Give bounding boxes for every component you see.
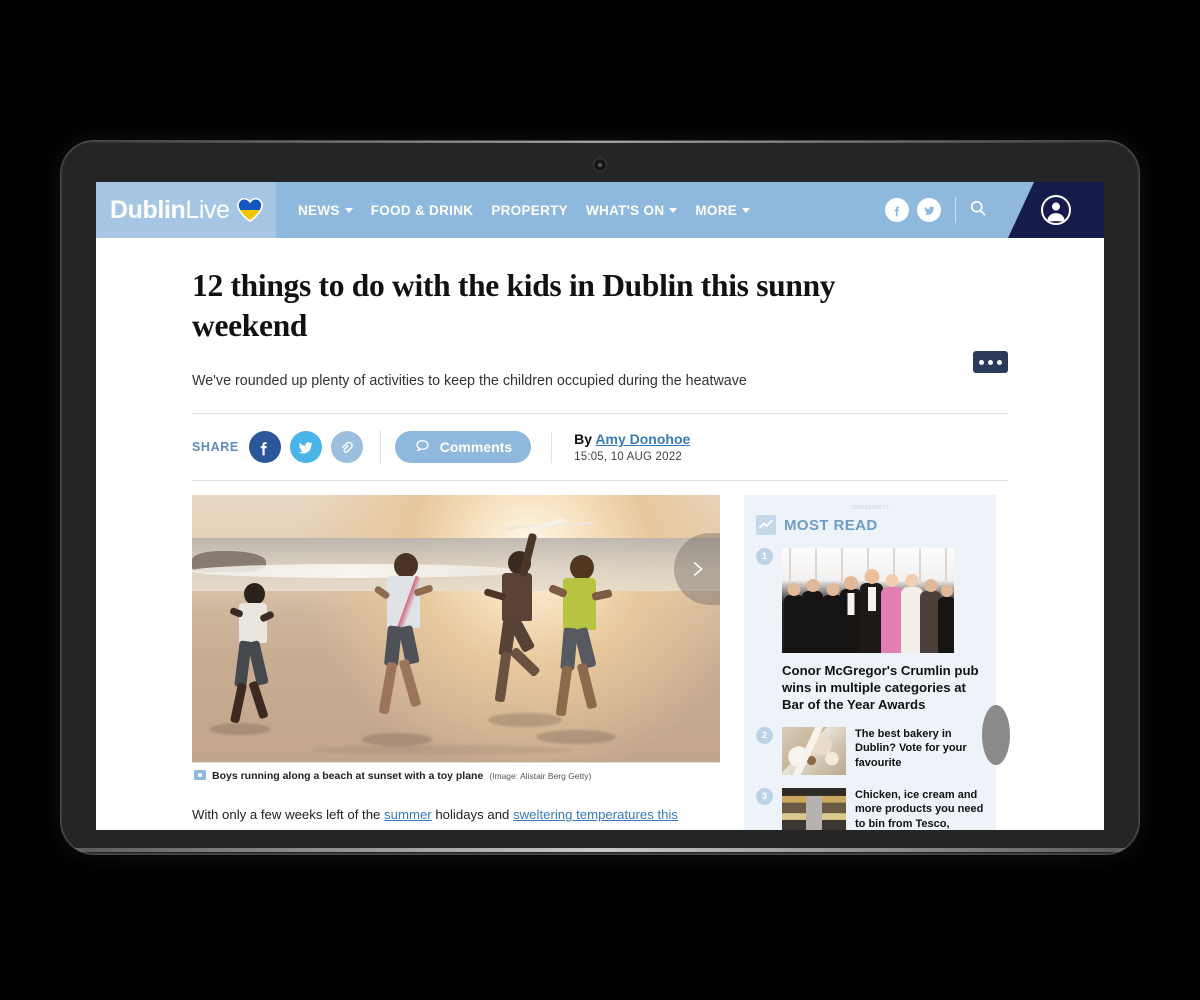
hero-caption-text: Boys running along a beach at sunset wit…	[212, 770, 484, 783]
body-segment: With only a few weeks left of the	[192, 807, 385, 823]
dot	[979, 359, 984, 365]
twitter-share-button[interactable]	[289, 431, 322, 464]
site-logo[interactable]: DublinLive	[96, 182, 276, 238]
comment-bubble-icon	[414, 437, 431, 457]
main-column: Boys running along a beach at sunset wit…	[192, 495, 720, 830]
author-link[interactable]: Amy Donohoe	[595, 431, 690, 447]
nav-item-whats-on[interactable]: WHAT'S ON	[585, 202, 678, 218]
front-camera	[594, 159, 606, 171]
rank-badge: 3	[756, 787, 773, 805]
body-segment: holidays and	[431, 807, 514, 823]
most-read-header: MOST READ	[756, 515, 984, 536]
chevron-down-icon	[344, 207, 353, 213]
nav-item-label: NEWS	[298, 202, 340, 218]
logo-bold-text: Dublin	[110, 195, 186, 224]
rank-badge: 1	[756, 548, 773, 566]
dot	[988, 359, 993, 365]
nav-item-food-and-drink[interactable]: FOOD & DRINK	[371, 203, 474, 218]
camera-icon	[194, 770, 206, 781]
facebook-share-button[interactable]	[248, 431, 281, 464]
list-item[interactable]: 2 The best bakery in Dublin? Vote for yo…	[756, 726, 984, 775]
share-and-byline-row: SHARE Comments By Amy Donohoe 15:05, 10 …	[192, 413, 1008, 482]
byline-prefix: By	[574, 431, 593, 448]
byline: By Amy Donohoe 15:05, 10 AUG 2022	[551, 431, 690, 464]
copy-link-icon[interactable]	[330, 431, 363, 464]
article-standfirst: We've rounded up plenty of activities to…	[192, 372, 747, 389]
search-icon[interactable]	[968, 198, 988, 223]
chevron-down-icon	[742, 207, 751, 213]
nav-item-label: FOOD & DRINK	[370, 202, 474, 218]
nav-item-label: WHAT'S ON	[585, 202, 665, 218]
beach-sunset-photo	[192, 495, 720, 763]
comments-button[interactable]: Comments	[394, 431, 532, 464]
nav-item-label: PROPERTY	[491, 202, 568, 218]
nav-item-news[interactable]: NEWS	[298, 203, 353, 218]
account-section[interactable]	[1008, 182, 1104, 238]
nav-item-label: MORE	[695, 202, 738, 218]
tablet-device-frame: DublinLive NEWS FOOD & DRINK PROPERTY WH…	[60, 140, 1140, 855]
hero-caption-credit: (Image: Alistair Berg Getty)	[489, 771, 592, 782]
twitter-icon[interactable]	[917, 198, 941, 222]
facebook-icon[interactable]	[885, 198, 909, 222]
most-read-sidebar: 78659505577 MOST READ 1 Conor McGregor's…	[744, 495, 1010, 830]
meta-divider	[379, 430, 381, 465]
site-navigation-bar: DublinLive NEWS FOOD & DRINK PROPERTY WH…	[96, 182, 1104, 238]
hero-caption: Boys running along a beach at sunset wit…	[192, 762, 720, 782]
thumbnail-image	[782, 726, 846, 775]
rank-badge: 2	[756, 726, 773, 744]
ad-tracking-id: 78659505577	[850, 505, 890, 512]
logo-light-text: Live	[185, 195, 230, 224]
list-item-title: The best bakery in Dublin? Vote for your…	[855, 727, 967, 769]
share-label: SHARE	[192, 440, 239, 455]
device-bottom-edge	[72, 848, 1128, 852]
article-body-paragraph: With only a few weeks left of the summer…	[192, 804, 720, 830]
list-item[interactable]: 3 Chicken, ice cream and more products y…	[756, 787, 984, 830]
comments-label: Comments	[439, 439, 513, 456]
list-item-title: Chicken, ice cream and more products you…	[855, 788, 984, 830]
nav-right-tools	[885, 182, 1104, 238]
sidebar-scroll-handle[interactable]	[982, 705, 1010, 766]
browser-viewport: DublinLive NEWS FOOD & DRINK PROPERTY WH…	[96, 182, 1104, 830]
nav-item-more[interactable]: MORE	[695, 202, 751, 218]
page-title: 12 things to do with the kids in Dublin …	[192, 268, 836, 344]
article-timestamp: 15:05, 10 AUG 2022	[574, 451, 682, 464]
user-account-icon	[1041, 195, 1071, 225]
more-options-button[interactable]	[973, 351, 1008, 373]
hero-image-figure	[192, 495, 720, 763]
dot	[997, 359, 1002, 365]
ukraine-heart-icon	[236, 197, 263, 223]
nav-item-property[interactable]: PROPERTY	[491, 203, 568, 218]
most-read-title: MOST READ	[784, 516, 878, 534]
inline-link-summer[interactable]: summer	[384, 807, 432, 822]
thumbnail-image	[782, 548, 954, 654]
chevron-down-icon	[669, 207, 678, 213]
toy-plane	[498, 515, 598, 537]
bezel-highlight	[60, 140, 1140, 143]
list-item[interactable]: 1 Conor McGregor's Crumlin pub wins in m…	[756, 548, 984, 713]
content-columns: Boys running along a beach at sunset wit…	[192, 495, 1010, 830]
article-container: 12 things to do with the kids in Dublin …	[96, 238, 1104, 830]
thumbnail-image	[782, 787, 846, 830]
trending-up-icon	[756, 515, 776, 536]
nav-divider	[955, 197, 956, 223]
nav-links: NEWS FOOD & DRINK PROPERTY WHAT'S ON MOR…	[298, 202, 751, 218]
list-item-title: Conor McGregor's Crumlin pub wins in mul…	[782, 663, 979, 713]
